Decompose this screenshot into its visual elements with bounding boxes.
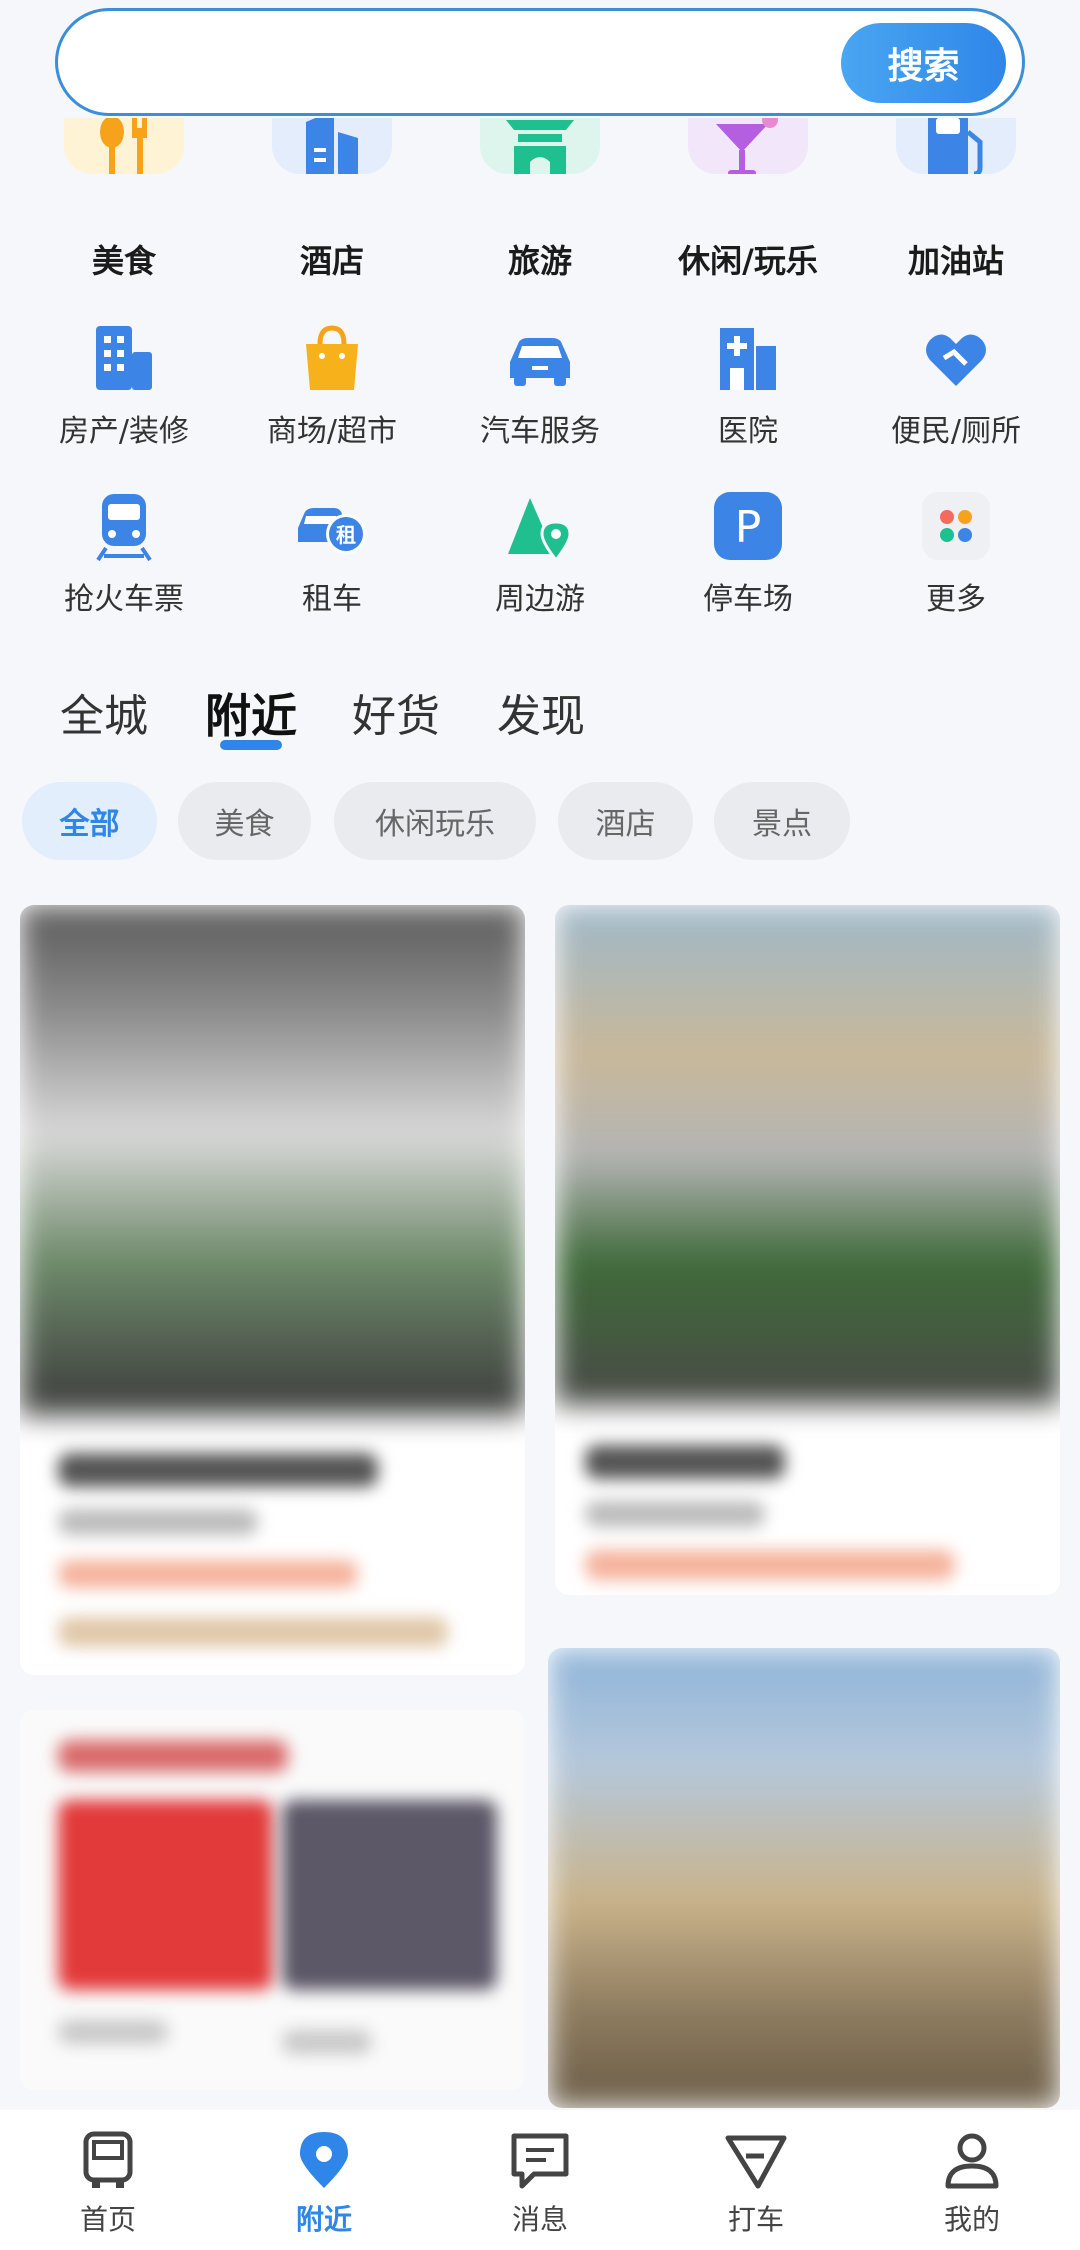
card-image [555, 905, 1060, 1405]
category-hotel[interactable]: 酒店 [228, 118, 436, 288]
category-label: 汽车服务 [480, 414, 600, 449]
mountain-pin-icon [508, 498, 572, 562]
fuel-pump-icon [928, 118, 983, 174]
category-label: 停车场 [703, 582, 793, 617]
location-pin-icon [300, 2132, 348, 2188]
chip-scenic[interactable]: 景点 [714, 782, 850, 860]
category-parking[interactable]: P 停车场 [644, 486, 852, 617]
apartment-icon [96, 326, 152, 390]
category-label: 租车 [302, 582, 362, 617]
category-real-estate[interactable]: 房产/装修 [20, 318, 228, 449]
shopping-bag-icon [306, 325, 358, 390]
category-label: 便民/厕所 [890, 414, 1022, 449]
nav-label: 附近 [295, 2203, 352, 2236]
category-label: 酒店 [299, 242, 364, 280]
nav-label: 首页 [79, 2203, 136, 2236]
search-input[interactable] [98, 33, 858, 93]
tab-discover[interactable]: 发现 [497, 680, 585, 744]
category-label: 房产/装修 [58, 414, 190, 449]
nav-label: 消息 [511, 2203, 568, 2236]
hospital-icon [720, 328, 776, 390]
category-travel[interactable]: 旅游 [436, 118, 644, 288]
chip-hotel[interactable]: 酒店 [558, 782, 693, 860]
tab-goods[interactable]: 好货 [352, 680, 440, 744]
category-nearby-travel[interactable]: 周边游 [436, 486, 644, 617]
hotel-building-icon [306, 118, 358, 174]
chip-all[interactable]: 全部 [22, 782, 157, 860]
category-label: 更多 [926, 582, 986, 617]
handshake-heart-icon [926, 334, 986, 386]
search-bar: 搜索 [55, 8, 1025, 116]
nav-nearby[interactable]: 附近 [216, 2122, 432, 2247]
category-car-service[interactable]: 汽车服务 [436, 318, 644, 449]
category-car-rental[interactable]: 租 租车 [228, 486, 436, 617]
taxi-arrow-icon [725, 2135, 787, 2189]
fork-spoon-icon [100, 118, 147, 174]
parking-badge: P [735, 502, 762, 553]
category-label: 加油站 [907, 242, 1004, 280]
nav-taxi[interactable]: 打车 [648, 2122, 864, 2247]
category-label: 周边游 [495, 582, 585, 617]
chip-leisure[interactable]: 休闲玩乐 [334, 782, 536, 860]
category-label: 抢火车票 [64, 582, 184, 617]
category-label: 医院 [718, 414, 778, 449]
search-button[interactable]: 搜索 [841, 23, 1006, 103]
user-icon [945, 2133, 999, 2189]
rent-badge: 租 [336, 523, 356, 547]
feed-card[interactable] [20, 1710, 525, 2090]
train-icon [96, 494, 152, 562]
active-tab-indicator [220, 740, 282, 750]
category-hospital[interactable]: 医院 [644, 318, 852, 449]
top-category-row: 美食 酒店 旅游 休闲/玩乐 加油站 [0, 118, 1080, 288]
category-food[interactable]: 美食 [20, 118, 228, 288]
message-icon [511, 2133, 569, 2189]
car-icon [510, 338, 570, 386]
rent-car-icon: 租 [298, 508, 366, 554]
category-label: 美食 [91, 242, 156, 280]
category-train-ticket[interactable]: 抢火车票 [20, 486, 228, 617]
tab-city[interactable]: 全城 [60, 680, 148, 744]
nav-profile[interactable]: 我的 [864, 2122, 1080, 2247]
nav-home[interactable]: 首页 [0, 2122, 216, 2247]
nav-messages[interactable]: 消息 [432, 2122, 648, 2247]
category-shopping[interactable]: 商场/超市 [228, 318, 436, 449]
parking-icon: P [714, 492, 782, 560]
category-public-service[interactable]: 便民/厕所 [852, 318, 1060, 449]
tab-nearby[interactable]: 附近 [205, 680, 297, 746]
bottom-nav: 首页 附近 消息 打车 我的 [0, 2110, 1080, 2250]
feed-card[interactable] [548, 1648, 1060, 2108]
card-image [548, 1648, 1060, 2108]
chip-food[interactable]: 美食 [178, 782, 311, 860]
bus-icon [83, 2131, 133, 2188]
feed-card[interactable] [20, 905, 525, 1675]
category-label: 商场/超市 [266, 414, 398, 449]
more-apps-icon [922, 492, 990, 560]
cocktail-icon [716, 118, 778, 174]
pagoda-gate-icon [506, 120, 574, 174]
category-more[interactable]: 更多 [852, 486, 1060, 617]
nav-label: 打车 [727, 2203, 784, 2236]
category-gas-station[interactable]: 加油站 [852, 118, 1060, 288]
nav-label: 我的 [943, 2203, 1000, 2236]
card-image [20, 905, 525, 1415]
category-label: 休闲/玩乐 [678, 242, 818, 280]
category-label: 旅游 [507, 242, 572, 280]
category-leisure[interactable]: 休闲/玩乐 [644, 118, 852, 288]
feed-card[interactable] [555, 905, 1060, 1595]
